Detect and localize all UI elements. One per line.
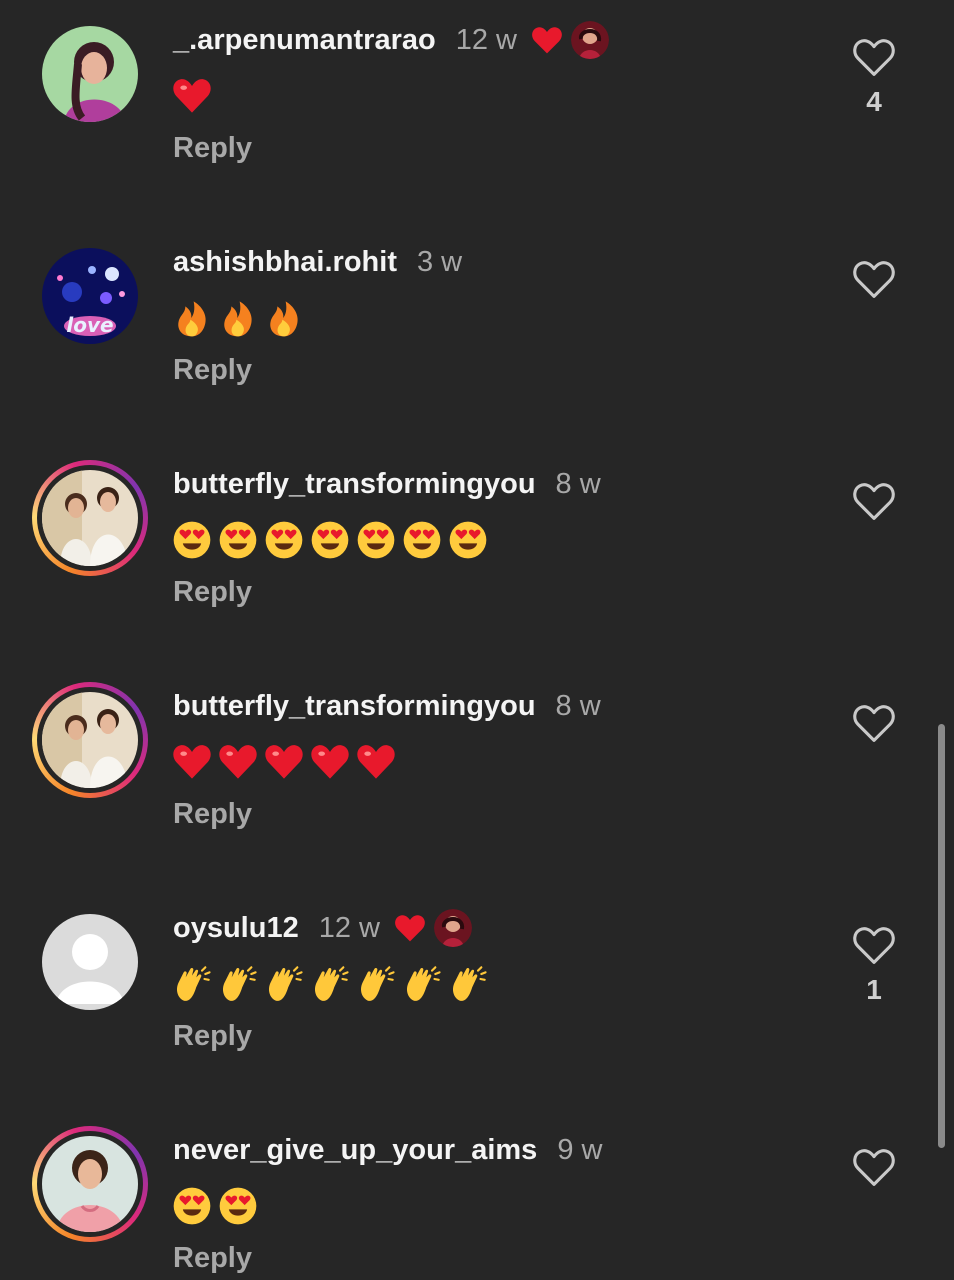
creator-avatar xyxy=(570,21,609,59)
comment-item: _.arpenumantrarao 12 w Reply 4 xyxy=(0,12,954,234)
clapping-hands-emoji-icon xyxy=(172,964,212,1004)
svg-text:love: love xyxy=(66,313,113,337)
comment-time: 8 w xyxy=(555,467,601,500)
comment-item: never_give_up_your_aims 9 w Reply xyxy=(0,1122,954,1280)
fire-emoji-icon xyxy=(264,298,304,338)
clapping-hands-emoji-icon xyxy=(356,964,396,1004)
heart-emoji-icon xyxy=(310,742,350,782)
comment-text xyxy=(172,1180,258,1232)
heart-emoji-icon xyxy=(172,742,212,782)
heart-eyes-emoji-icon xyxy=(218,520,258,560)
heart-emoji-icon xyxy=(172,76,212,116)
comment-item: butterfly_transformingyou 8 w Reply xyxy=(0,678,954,900)
comment-text xyxy=(172,70,212,122)
comment-time: 8 w xyxy=(555,689,601,722)
like-count: 1 xyxy=(866,974,882,1005)
creator-avatar xyxy=(433,909,472,947)
comment-username[interactable]: butterfly_transformingyou xyxy=(173,690,536,723)
avatar[interactable] xyxy=(32,460,148,576)
like-heart-icon[interactable] xyxy=(852,36,896,78)
comment-username[interactable]: never_give_up_your_aims xyxy=(173,1134,537,1167)
creator-liked-heart-icon xyxy=(394,913,426,943)
reply-button[interactable]: Reply xyxy=(173,1020,252,1053)
avatar-image xyxy=(42,692,138,788)
avatar[interactable] xyxy=(32,1126,148,1242)
like-heart-icon[interactable] xyxy=(852,924,896,966)
comment-username[interactable]: _.arpenumantrarao xyxy=(173,24,436,57)
clapping-hands-emoji-icon xyxy=(448,964,488,1004)
comment-username[interactable]: butterfly_transformingyou xyxy=(173,468,536,501)
comment-item: oysulu12 12 w Reply 1 xyxy=(0,900,954,1122)
comment-text xyxy=(172,736,396,788)
like-heart-icon[interactable] xyxy=(852,258,896,300)
heart-eyes-emoji-icon xyxy=(264,520,304,560)
heart-eyes-emoji-icon xyxy=(448,520,488,560)
like-heart-icon[interactable] xyxy=(852,702,896,744)
comment-text xyxy=(172,514,488,566)
reply-button[interactable]: Reply xyxy=(173,576,252,609)
like-count: 4 xyxy=(866,86,882,117)
comment-item: butterfly_transformingyou 8 w Reply xyxy=(0,456,954,678)
comment-time: 12 w xyxy=(318,911,380,944)
heart-eyes-emoji-icon xyxy=(218,1186,258,1226)
comment-time: 12 w xyxy=(455,23,517,56)
comment-text xyxy=(172,958,488,1010)
heart-eyes-emoji-icon xyxy=(356,520,396,560)
comment-username[interactable]: oysulu12 xyxy=(173,912,299,945)
clapping-hands-emoji-icon xyxy=(264,964,304,1004)
avatar[interactable]: love xyxy=(42,248,138,344)
like-heart-icon[interactable] xyxy=(852,1146,896,1188)
scrollbar[interactable] xyxy=(938,724,945,1148)
comment-username[interactable]: ashishbhai.rohit xyxy=(173,246,397,279)
comment-time: 3 w xyxy=(416,245,463,278)
comment-text xyxy=(172,292,304,344)
reply-button[interactable]: Reply xyxy=(173,132,252,165)
comment-item: love ashishbhai.rohit 3 w Reply xyxy=(0,234,954,456)
heart-emoji-icon xyxy=(218,742,258,782)
avatar-image xyxy=(42,1136,138,1232)
avatar[interactable] xyxy=(42,914,138,1010)
comment-time: 9 w xyxy=(557,1133,603,1166)
avatar-image xyxy=(42,470,138,566)
fire-emoji-icon xyxy=(218,298,258,338)
avatar[interactable] xyxy=(42,26,138,122)
creator-liked-heart-icon xyxy=(531,25,563,55)
reply-button[interactable]: Reply xyxy=(173,354,252,387)
reply-button[interactable]: Reply xyxy=(173,798,252,831)
heart-eyes-emoji-icon xyxy=(310,520,350,560)
reply-button[interactable]: Reply xyxy=(173,1242,252,1275)
heart-eyes-emoji-icon xyxy=(402,520,442,560)
heart-emoji-icon xyxy=(264,742,304,782)
clapping-hands-emoji-icon xyxy=(218,964,258,1004)
heart-eyes-emoji-icon xyxy=(172,520,212,560)
avatar[interactable] xyxy=(32,682,148,798)
heart-eyes-emoji-icon xyxy=(172,1186,212,1226)
clapping-hands-emoji-icon xyxy=(310,964,350,1004)
fire-emoji-icon xyxy=(172,298,212,338)
like-heart-icon[interactable] xyxy=(852,480,896,522)
clapping-hands-emoji-icon xyxy=(402,964,442,1004)
heart-emoji-icon xyxy=(356,742,396,782)
